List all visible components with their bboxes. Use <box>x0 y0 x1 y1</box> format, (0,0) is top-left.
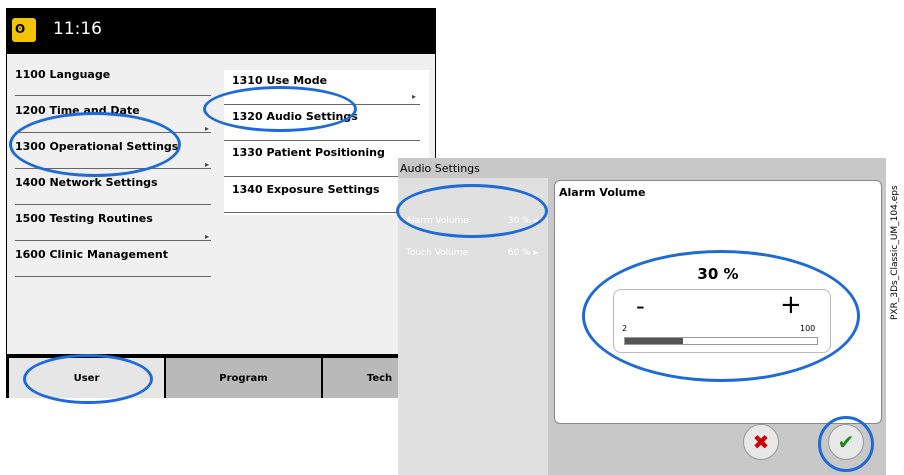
submenu-item-exposure-settings[interactable]: 1340 Exposure Settings <box>232 183 380 196</box>
chevron-right-icon: ▸ <box>412 92 417 101</box>
divider <box>15 204 211 205</box>
list-item-touch-volume[interactable]: Touch Volume 60 % ▸ <box>406 248 538 258</box>
cancel-button[interactable]: ✖ <box>743 424 779 460</box>
list-item-value: 60 % ▸ <box>507 248 538 258</box>
divider <box>224 140 420 141</box>
divider <box>15 240 211 241</box>
tab-program[interactable]: Program <box>166 358 321 398</box>
menu-item-network-settings[interactable]: 1400 Network Settings <box>15 176 158 189</box>
panel-title: Audio Settings <box>400 162 480 175</box>
divider <box>224 176 420 177</box>
menu-item-testing-routines[interactable]: 1500 Testing Routines <box>15 212 153 225</box>
list-item-label: Touch Volume <box>406 248 469 258</box>
highlight-ellipse <box>582 250 860 382</box>
highlight-ellipse <box>818 416 874 472</box>
divider <box>224 212 420 213</box>
divider <box>15 276 211 277</box>
main-screen: ʘ 11:16 1100 Language 1200 Time and Date… <box>6 8 436 398</box>
highlight-ellipse <box>23 354 153 404</box>
highlight-ellipse <box>203 86 357 132</box>
menu-item-clinic-management[interactable]: 1600 Clinic Management <box>15 248 168 261</box>
operator-icon[interactable]: ʘ <box>12 18 36 42</box>
highlight-ellipse <box>396 184 548 238</box>
clock: 11:16 <box>53 19 102 39</box>
highlight-ellipse <box>9 112 181 177</box>
menu-item-language[interactable]: 1100 Language <box>15 68 110 81</box>
divider <box>15 95 211 96</box>
top-bar: ʘ 11:16 <box>6 8 436 54</box>
detail-title: Alarm Volume <box>559 186 646 199</box>
operator-icon-glyph: ʘ <box>15 22 26 36</box>
submenu-item-patient-positioning[interactable]: 1330 Patient Positioning <box>232 146 385 159</box>
file-label: PXR_3Ds_Classic_UM_104.eps <box>890 185 900 320</box>
